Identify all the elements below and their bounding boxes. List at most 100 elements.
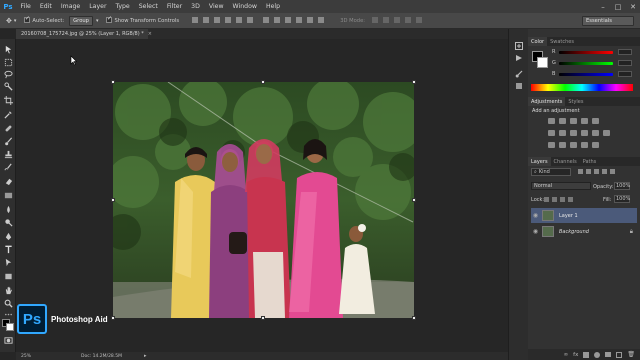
zoom-tool-icon[interactable] <box>3 298 13 308</box>
move-tool-preset-icon[interactable]: ✥ <box>6 17 12 25</box>
3d-mode-icons[interactable] <box>369 16 424 25</box>
red-slider[interactable] <box>559 51 613 54</box>
path-selection-tool-icon[interactable] <box>3 257 13 267</box>
transform-handle-bottom-left[interactable] <box>111 316 115 320</box>
brightness-adjustment-icon[interactable] <box>548 118 555 124</box>
gradient-map-adjustment-icon[interactable] <box>581 142 588 148</box>
menu-3d[interactable]: 3D <box>187 3 205 10</box>
brush-tool-icon[interactable] <box>3 136 13 146</box>
close-button[interactable]: ✕ <box>626 0 640 13</box>
tab-styles[interactable]: Styles <box>565 97 586 106</box>
tab-channels[interactable]: Channels <box>551 157 580 166</box>
link-icon[interactable]: ∞ <box>564 352 569 358</box>
minimize-button[interactable]: – <box>596 0 610 13</box>
hue-saturation-adjustment-icon[interactable] <box>548 130 555 136</box>
selective-color-adjustment-icon[interactable] <box>592 142 599 148</box>
status-menu-arrow-icon[interactable]: ▸ <box>144 353 147 359</box>
crop-tool-icon[interactable] <box>3 95 13 105</box>
zoom-level[interactable]: 25% <box>21 354 31 359</box>
clone-stamp-tool-icon[interactable] <box>3 149 13 159</box>
eraser-tool-icon[interactable] <box>3 176 13 186</box>
lock-transparency-icon[interactable] <box>544 197 549 202</box>
blue-value-field[interactable] <box>618 71 632 77</box>
lock-all-icon[interactable] <box>568 197 573 202</box>
type-filter-icon[interactable] <box>594 169 599 174</box>
blue-slider[interactable] <box>559 73 613 76</box>
pixel-filter-icon[interactable] <box>578 169 583 174</box>
channel-mixer-adjustment-icon[interactable] <box>592 130 599 136</box>
brush-panel-icon[interactable] <box>514 69 524 78</box>
threshold-adjustment-icon[interactable] <box>570 142 577 148</box>
transform-handle-bottom[interactable] <box>261 316 265 320</box>
transform-handle-top-left[interactable] <box>111 80 115 84</box>
quick-mask-icon[interactable] <box>3 335 13 345</box>
smart-object-filter-icon[interactable] <box>610 169 615 174</box>
clone-source-panel-icon[interactable] <box>514 81 524 90</box>
color-background-swatch[interactable] <box>537 57 548 68</box>
adjustment-icon[interactable] <box>594 351 601 358</box>
maximize-button[interactable]: □ <box>611 0 625 13</box>
workspace-dropdown[interactable]: Essentials <box>582 15 634 26</box>
folder-icon[interactable] <box>605 352 612 357</box>
visibility-eye-icon[interactable]: ◉ <box>531 228 540 235</box>
menu-view[interactable]: View <box>204 3 228 10</box>
menu-layer[interactable]: Layer <box>85 3 111 10</box>
color-lookup-adjustment-icon[interactable] <box>603 130 610 136</box>
red-value-field[interactable] <box>618 49 632 55</box>
shape-filter-icon[interactable] <box>602 169 607 174</box>
lock-position-icon[interactable] <box>560 197 565 202</box>
marquee-tool-icon[interactable] <box>3 57 13 67</box>
menu-help[interactable]: Help <box>261 3 284 10</box>
transform-handle-bottom-right[interactable] <box>412 316 416 320</box>
menu-file[interactable]: File <box>16 3 35 10</box>
menu-select[interactable]: Select <box>134 3 162 10</box>
actions-panel-icon[interactable] <box>514 53 524 62</box>
align-icons[interactable] <box>189 16 326 25</box>
more-tools-icon[interactable] <box>3 309 13 319</box>
color-balance-adjustment-icon[interactable] <box>559 130 566 136</box>
blend-mode-dropdown[interactable]: Normal <box>531 182 591 190</box>
lasso-tool-icon[interactable] <box>3 69 13 79</box>
tab-adjustments[interactable]: Adjustments <box>528 97 566 106</box>
visibility-eye-icon[interactable]: ◉ <box>531 212 540 219</box>
green-slider[interactable] <box>559 62 613 65</box>
healing-brush-tool-icon[interactable] <box>3 123 13 133</box>
history-brush-tool-icon[interactable] <box>3 162 13 172</box>
trash-icon[interactable]: 🗑︎ <box>627 351 635 358</box>
tab-paths[interactable]: Paths <box>580 157 600 166</box>
gradient-tool-icon[interactable] <box>3 190 13 200</box>
background-color-swatch[interactable] <box>6 323 14 331</box>
menu-edit[interactable]: Edit <box>35 3 56 10</box>
history-panel-icon[interactable] <box>514 41 524 50</box>
transform-handle-top[interactable] <box>261 80 265 84</box>
vibrance-adjustment-icon[interactable] <box>592 118 599 124</box>
quick-select-tool-icon[interactable] <box>3 81 13 91</box>
tab-close-icon[interactable]: × <box>148 31 152 37</box>
levels-adjustment-icon[interactable] <box>559 118 566 124</box>
auto-select-checkbox[interactable] <box>24 15 32 24</box>
layer-row-layer-1[interactable]: ◉ Layer 1 <box>531 208 637 223</box>
dodge-tool-icon[interactable] <box>3 217 13 227</box>
eyedropper-tool-icon[interactable] <box>3 109 13 119</box>
chevron-down-icon[interactable]: ▾ <box>14 18 17 24</box>
menu-window[interactable]: Window <box>228 3 261 10</box>
transform-handle-right[interactable] <box>412 198 416 202</box>
document-photo[interactable] <box>113 82 414 318</box>
menu-image[interactable]: Image <box>56 3 84 10</box>
color-spectrum-bar[interactable] <box>531 84 633 91</box>
invert-adjustment-icon[interactable] <box>548 142 555 148</box>
move-tool-icon[interactable] <box>3 44 13 54</box>
transform-controls-checkbox[interactable] <box>106 15 114 24</box>
transform-handle-left[interactable] <box>111 198 115 202</box>
green-value-field[interactable] <box>618 60 632 66</box>
photo-filter-adjustment-icon[interactable] <box>581 130 588 136</box>
dropdown-chevron-icon[interactable]: ▾ <box>96 18 99 24</box>
posterize-adjustment-icon[interactable] <box>559 142 566 148</box>
mask-icon[interactable] <box>583 351 590 358</box>
black-white-adjustment-icon[interactable] <box>570 130 577 136</box>
lock-pixels-icon[interactable] <box>552 197 557 202</box>
opacity-field[interactable]: 100% <box>614 182 630 190</box>
menu-type[interactable]: Type <box>111 3 134 10</box>
tab-layers[interactable]: Layers <box>528 157 551 166</box>
fx-icon[interactable]: fx <box>573 352 578 358</box>
